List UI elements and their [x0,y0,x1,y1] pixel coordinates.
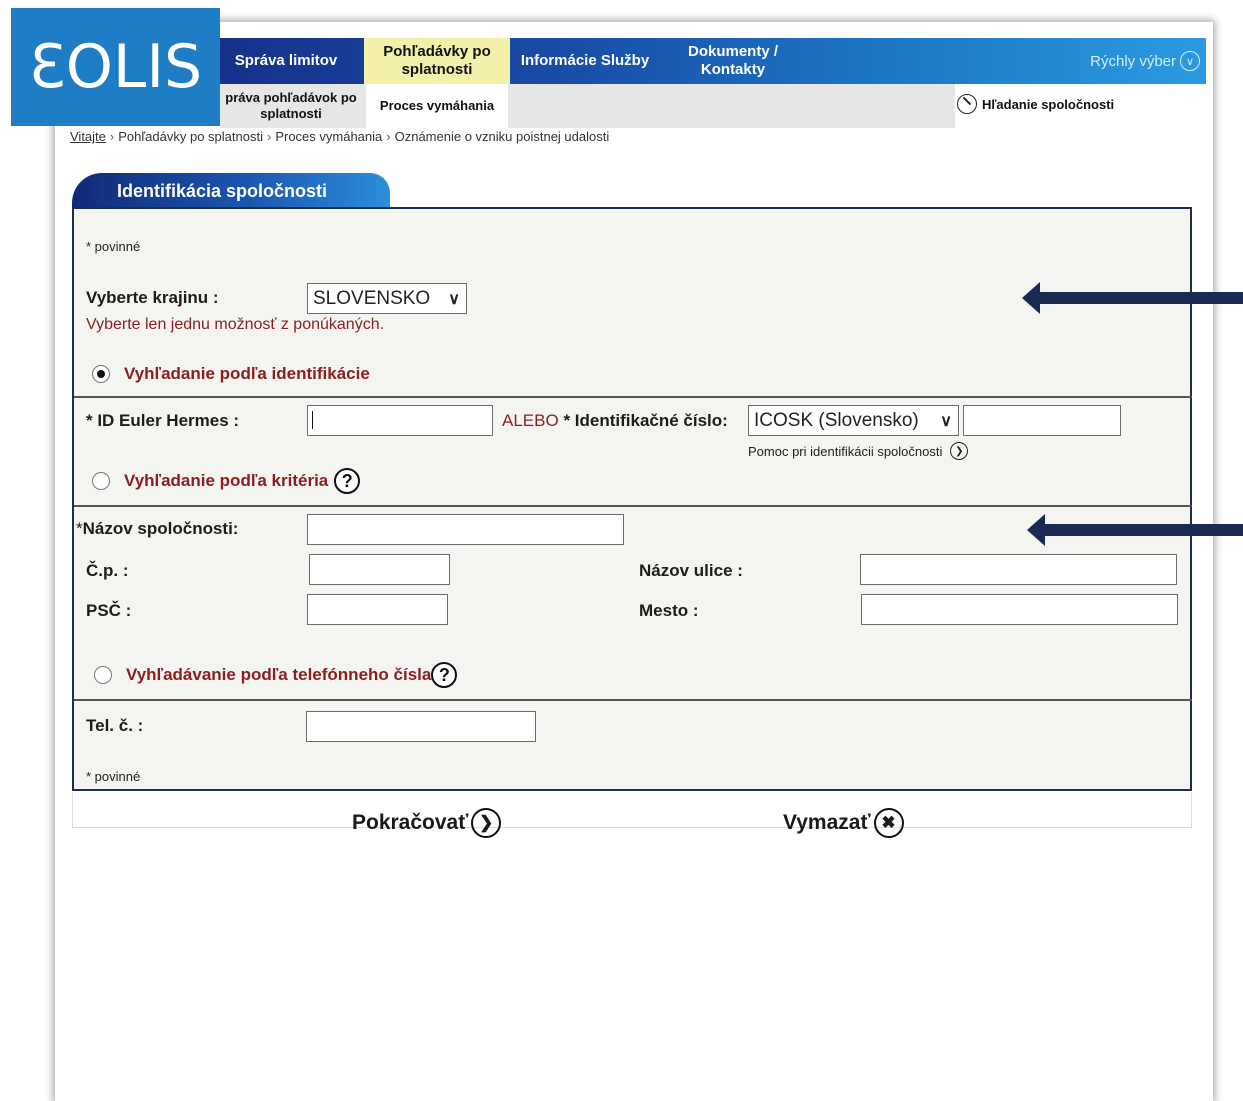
quick-select-label: Rýchly výber [1090,52,1176,70]
identification-help-link[interactable]: Pomoc pri identifikácii spoločnosti ❯ [748,442,969,460]
company-name-label: *Názov spoločnosti: [76,519,239,538]
company-name-label-text: Názov spoločnosti: [82,519,239,538]
company-name-input[interactable] [307,514,624,545]
or-label: ALEBO [502,411,559,430]
radio-button[interactable] [92,472,110,490]
chevron-right-icon: ❯ [950,442,969,460]
nav-item-pohladavky[interactable]: Pohľadávky po splatnosti [364,38,510,84]
chevron-down-icon: ∨ [1180,51,1200,71]
street-label: Názov ulice : [639,561,743,580]
radio-search-identification[interactable]: Vyhľadanie podľa identifikácie [92,364,370,384]
subnav-item-proces-vymahania[interactable]: Proces vymáhania [366,84,508,128]
idnum-type-select[interactable]: ICOSK (Slovensko) ∨ [748,405,959,436]
idnum-input[interactable] [963,405,1121,436]
zip-input[interactable] [307,594,448,625]
continue-label: Pokračovať [352,811,469,834]
street-input[interactable] [860,554,1177,585]
action-bar [72,792,1192,828]
section-tab: Identifikácia spoločnosti [72,173,390,209]
radio-search-criteria[interactable]: Vyhľadanie podľa kritéria ? [92,468,361,494]
divider [74,396,1192,398]
radio-label: Vyhľadávanie podľa telefónneho čísla [126,665,432,684]
help-icon[interactable]: ? [431,662,458,688]
chevron-down-icon: ∨ [448,290,460,308]
nav-item-sprava-limitov[interactable]: Správa limitov [220,38,352,84]
clear-label: Vymazať [783,811,871,834]
required-note: * povinné [86,239,141,254]
phone-label: Tel. č. : [86,716,144,735]
top-nav: Správa limitov Pohľadávky po splatnosti … [220,38,1206,84]
house-no-input[interactable] [309,554,450,585]
country-select[interactable]: SLOVENSKO ∨ [307,283,467,314]
house-no-label: Č.p. : [86,561,129,580]
breadcrumb-item: Pohľadávky po splatnosti [118,129,263,144]
radio-label: Vyhľadanie podľa identifikácie [124,364,370,383]
subnav-item-sprava-pohladavok[interactable]: práva pohľadávok po splatnosti [220,84,362,128]
text-cursor [312,411,313,429]
divider [74,699,1192,701]
chevron-down-icon: ∨ [940,412,952,430]
breadcrumb-item: Proces vymáhania [275,129,383,144]
required-note-bottom: * povinné [86,769,141,784]
idnum-label: ALEBO * Identifikačné číslo: [502,411,728,431]
country-hint: Vyberte len jednu možnosť z ponúkaných. [86,316,385,333]
country-select-value: SLOVENSKO [313,287,431,309]
zip-label: PSČ : [86,601,132,620]
country-label: Vyberte krajinu : [86,288,219,307]
continue-button[interactable]: Pokračovať ❯ [352,808,502,838]
breadcrumb-item: Oznámenie o vzniku poistnej udalosti [394,129,610,144]
breadcrumb: Vitajte › Pohľadávky po splatnosti › Proces … [70,129,610,144]
breadcrumb-home[interactable]: Vitajte [70,129,106,144]
chevron-right-icon: ❯ [471,808,502,838]
city-label: Mesto : [639,601,699,620]
close-icon: ✖ [873,808,904,838]
eolis-logo: ƐOLIS [11,8,220,126]
radio-label: Vyhľadanie podľa kritéria [124,471,329,490]
company-search-link[interactable]: Hľadanie spoločnosti [957,94,1114,114]
arrow-left-icon [1027,514,1243,546]
identification-help-label: Pomoc pri identifikácii spoločnosti [748,443,943,459]
euler-id-label: * ID Euler Hermes : [86,411,240,430]
help-icon[interactable]: ? [334,468,361,494]
nav-item-informacie[interactable]: Informácie Služby [520,38,650,84]
radio-button[interactable] [94,666,112,684]
euler-id-input[interactable] [307,405,493,436]
arrow-left-icon [1022,282,1243,314]
divider [74,505,1192,507]
radio-search-phone[interactable]: Vyhľadávanie podľa telefónneho čísla ? [94,662,458,688]
search-icon [957,94,977,114]
city-input[interactable] [861,594,1178,625]
clear-button[interactable]: Vymazať ✖ [783,808,904,838]
nav-item-dokumenty[interactable]: Dokumenty / Kontakty [670,38,796,84]
idnum-type-value: ICOSK (Slovensko) [754,409,919,431]
sub-nav: práva pohľadávok po splatnosti Proces vy… [220,84,955,128]
section-title: Identifikácia spoločnosti [117,180,328,201]
quick-select[interactable]: Rýchly výber ∨ [1090,38,1200,84]
radio-button-selected[interactable] [92,365,110,383]
idnum-label-text: * Identifikačné číslo: [563,411,728,430]
phone-input[interactable] [306,711,536,742]
company-search-label: Hľadanie spoločnosti [982,96,1115,112]
